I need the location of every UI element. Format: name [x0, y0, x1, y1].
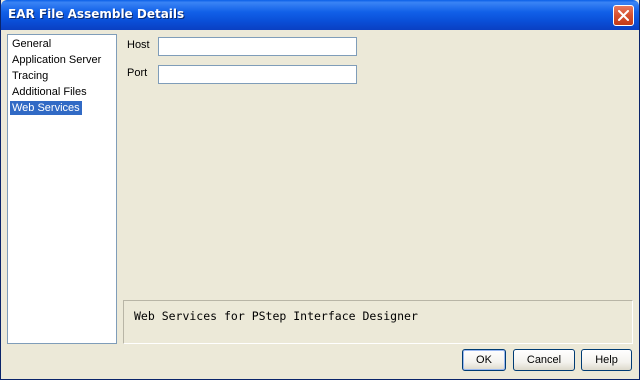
ok-button[interactable]: OK	[462, 349, 506, 371]
category-item-additional-files[interactable]: Additional Files	[10, 85, 89, 99]
port-input[interactable]	[158, 65, 357, 84]
port-label: Port	[127, 67, 148, 79]
category-item-web-services[interactable]: Web Services	[10, 101, 82, 115]
title-bar[interactable]: EAR File Assemble Details	[1, 0, 639, 30]
cancel-button[interactable]: Cancel	[513, 349, 575, 371]
category-item-general[interactable]: General	[10, 37, 53, 51]
host-label: Host	[127, 39, 150, 51]
category-item-tracing[interactable]: Tracing	[10, 69, 50, 83]
category-list[interactable]: General Application Server Tracing Addit…	[7, 34, 117, 344]
description-text: Web Services for PStep Interface Designe…	[134, 309, 418, 323]
help-button[interactable]: Help	[581, 349, 632, 371]
window-title: EAR File Assemble Details	[8, 7, 185, 21]
description-panel: Web Services for PStep Interface Designe…	[123, 300, 633, 344]
dialog-window: EAR File Assemble Details General Applic…	[0, 0, 640, 380]
host-input[interactable]	[158, 37, 357, 56]
close-button[interactable]	[613, 5, 634, 26]
close-icon	[618, 10, 629, 21]
category-item-application-server[interactable]: Application Server	[10, 53, 103, 67]
